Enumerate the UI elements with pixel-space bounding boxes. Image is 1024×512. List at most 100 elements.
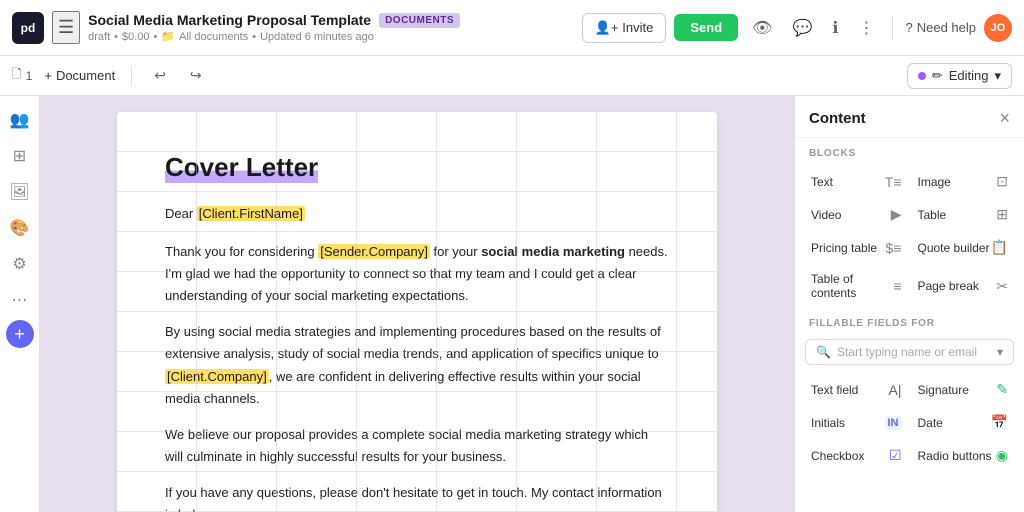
field-radio-icon: ◉: [996, 447, 1008, 464]
client-firstname-field[interactable]: [Client.FirstName]: [197, 206, 305, 221]
field-date[interactable]: Date 📅: [910, 406, 1017, 439]
block-pricing-icon: $≡: [886, 240, 902, 256]
folder-name: All documents: [179, 31, 248, 43]
dropdown-arrow-icon: ▾: [997, 345, 1003, 359]
paragraph-2: By using social media strategies and imp…: [165, 321, 669, 409]
block-image[interactable]: Image ⊡: [910, 165, 1017, 198]
editing-mode-button[interactable]: ✏ Editing ▾: [907, 63, 1012, 89]
add-document-button[interactable]: + Document: [44, 68, 115, 83]
block-page-break[interactable]: Page break ✂: [910, 264, 1017, 308]
blocks-grid: Text T≡ Image ⊡ Video ▶ Table ⊞ Pricing …: [795, 165, 1024, 308]
panel-header: Content ×: [795, 96, 1024, 138]
field-text[interactable]: Text field A|: [803, 373, 910, 406]
fillable-search[interactable]: 🔍 Start typing name or email ▾: [805, 339, 1014, 365]
block-pricing-table-label: Pricing table: [811, 241, 877, 255]
sidebar-icon-palette[interactable]: 🎨: [4, 212, 36, 244]
field-checkbox[interactable]: Checkbox ☑: [803, 439, 910, 472]
paragraph-3: We believe our proposal provides a compl…: [165, 424, 669, 468]
draft-status: draft: [88, 31, 110, 43]
block-text-label: Text: [811, 175, 833, 189]
send-button[interactable]: Send: [674, 14, 738, 41]
need-help-link[interactable]: ? Need help: [905, 20, 976, 35]
block-text-icon: T≡: [885, 174, 902, 190]
top-actions: 👤+ Invite Send 👁 💬 ℹ ⋮ ? Need help JO: [582, 13, 1012, 43]
block-text[interactable]: Text T≡: [803, 165, 910, 198]
block-video[interactable]: Video ▶: [803, 198, 910, 231]
title-section: Social Media Marketing Proposal Template…: [88, 12, 573, 43]
question-icon: ?: [905, 20, 912, 35]
field-initials[interactable]: Initials IN: [803, 406, 910, 439]
sidebar-icon-settings[interactable]: ⚙: [4, 248, 36, 280]
block-image-icon: ⊡: [996, 173, 1008, 190]
toolbar-separator: [131, 66, 132, 86]
field-checkbox-label: Checkbox: [811, 449, 864, 463]
right-panel: Content × BLOCKS Text T≡ Image ⊡ Video ▶…: [794, 96, 1024, 512]
invite-button[interactable]: 👤+ Invite: [582, 13, 667, 43]
chat-icon-button[interactable]: 💬: [786, 14, 818, 42]
doc-price: $0.00: [122, 31, 150, 43]
left-sidebar: 👥 ⊞ 🖼 🎨 ⚙ ⋯ +: [0, 96, 40, 512]
doc-subtitle: draft • $0.00 • 📁 All documents • Update…: [88, 30, 573, 43]
blocks-section-label: BLOCKS: [795, 138, 1024, 165]
title-row: Social Media Marketing Proposal Template…: [88, 12, 573, 28]
add-content-button[interactable]: +: [6, 320, 34, 348]
search-row: 🔍 Start typing name or email ▾: [795, 335, 1024, 373]
toolbar: 🗋 1 + Document ↩ ↪ ✏ Editing ▾: [0, 56, 1024, 96]
field-initials-icon: IN: [885, 416, 902, 430]
block-toc-icon: ≡: [893, 278, 901, 294]
block-video-label: Video: [811, 208, 841, 222]
block-pricing-table[interactable]: Pricing table $≡: [803, 231, 910, 264]
folder-icon: 📁: [161, 30, 175, 43]
panel-title: Content: [809, 110, 866, 127]
block-toc-label: Table of contents: [811, 272, 893, 300]
plus-icon: +: [44, 68, 52, 83]
field-radio-buttons[interactable]: Radio buttons ◉: [910, 439, 1017, 472]
block-quote-builder[interactable]: Quote builder 📋: [910, 231, 1017, 264]
fillable-section-label: FILLABLE FIELDS FOR: [795, 308, 1024, 335]
undo-button[interactable]: ↩: [148, 63, 172, 88]
block-image-label: Image: [918, 175, 951, 189]
documents-badge: DOCUMENTS: [379, 13, 460, 28]
block-table-icon: ⊞: [996, 206, 1008, 223]
cover-letter-heading: Cover Letter: [165, 152, 318, 183]
dear-prefix: Dear: [165, 206, 197, 221]
updated-time: Updated 6 minutes ago: [260, 31, 374, 43]
field-text-icon: A|: [889, 382, 902, 398]
redo-button[interactable]: ↪: [184, 63, 208, 88]
sender-company-field[interactable]: [Sender.Company]: [318, 244, 430, 259]
field-date-icon: 📅: [991, 414, 1008, 431]
field-text-label: Text field: [811, 383, 858, 397]
field-checkbox-icon: ☑: [889, 447, 902, 464]
field-initials-label: Initials: [811, 416, 845, 430]
info-icon-button[interactable]: ℹ: [826, 14, 844, 42]
block-toc[interactable]: Table of contents ≡: [803, 264, 910, 308]
client-company-field[interactable]: [Client.Company]: [165, 369, 269, 384]
close-panel-button[interactable]: ×: [999, 108, 1010, 129]
sidebar-icon-apps[interactable]: ⋯: [4, 284, 36, 316]
sidebar-icon-image[interactable]: 🖼: [4, 176, 36, 208]
doc-title: Social Media Marketing Proposal Template: [88, 12, 371, 28]
sidebar-icon-users[interactable]: 👥: [4, 104, 36, 136]
field-signature[interactable]: Signature ✎: [910, 373, 1017, 406]
paragraph-4: If you have any questions, please don't …: [165, 482, 669, 512]
para2-before: By using social media strategies and imp…: [165, 324, 661, 361]
para1-before: Thank you for considering: [165, 244, 318, 259]
more-options-button[interactable]: ⋮: [852, 14, 880, 42]
block-table-label: Table: [918, 208, 947, 222]
document-page: Cover Letter Dear [Client.FirstName] Tha…: [117, 112, 717, 512]
editing-indicator: [918, 72, 926, 80]
block-table[interactable]: Table ⊞: [910, 198, 1017, 231]
hamburger-menu[interactable]: ☰: [52, 11, 80, 44]
pages-icon: 🗋: [12, 65, 22, 86]
block-page-break-icon: ✂: [996, 278, 1008, 295]
main-layout: 👥 ⊞ 🖼 🎨 ⚙ ⋯ + Cover Letter Dear [Client.…: [0, 96, 1024, 512]
user-avatar[interactable]: JO: [984, 14, 1012, 42]
block-video-icon: ▶: [891, 206, 902, 223]
para1-for: for your: [430, 244, 481, 259]
field-date-label: Date: [918, 416, 943, 430]
sidebar-icon-grid[interactable]: ⊞: [4, 140, 36, 172]
invite-icon: 👤+: [595, 20, 619, 36]
divider: [892, 16, 893, 40]
search-icon: 🔍: [816, 345, 831, 359]
eye-icon-button[interactable]: 👁: [746, 14, 778, 42]
